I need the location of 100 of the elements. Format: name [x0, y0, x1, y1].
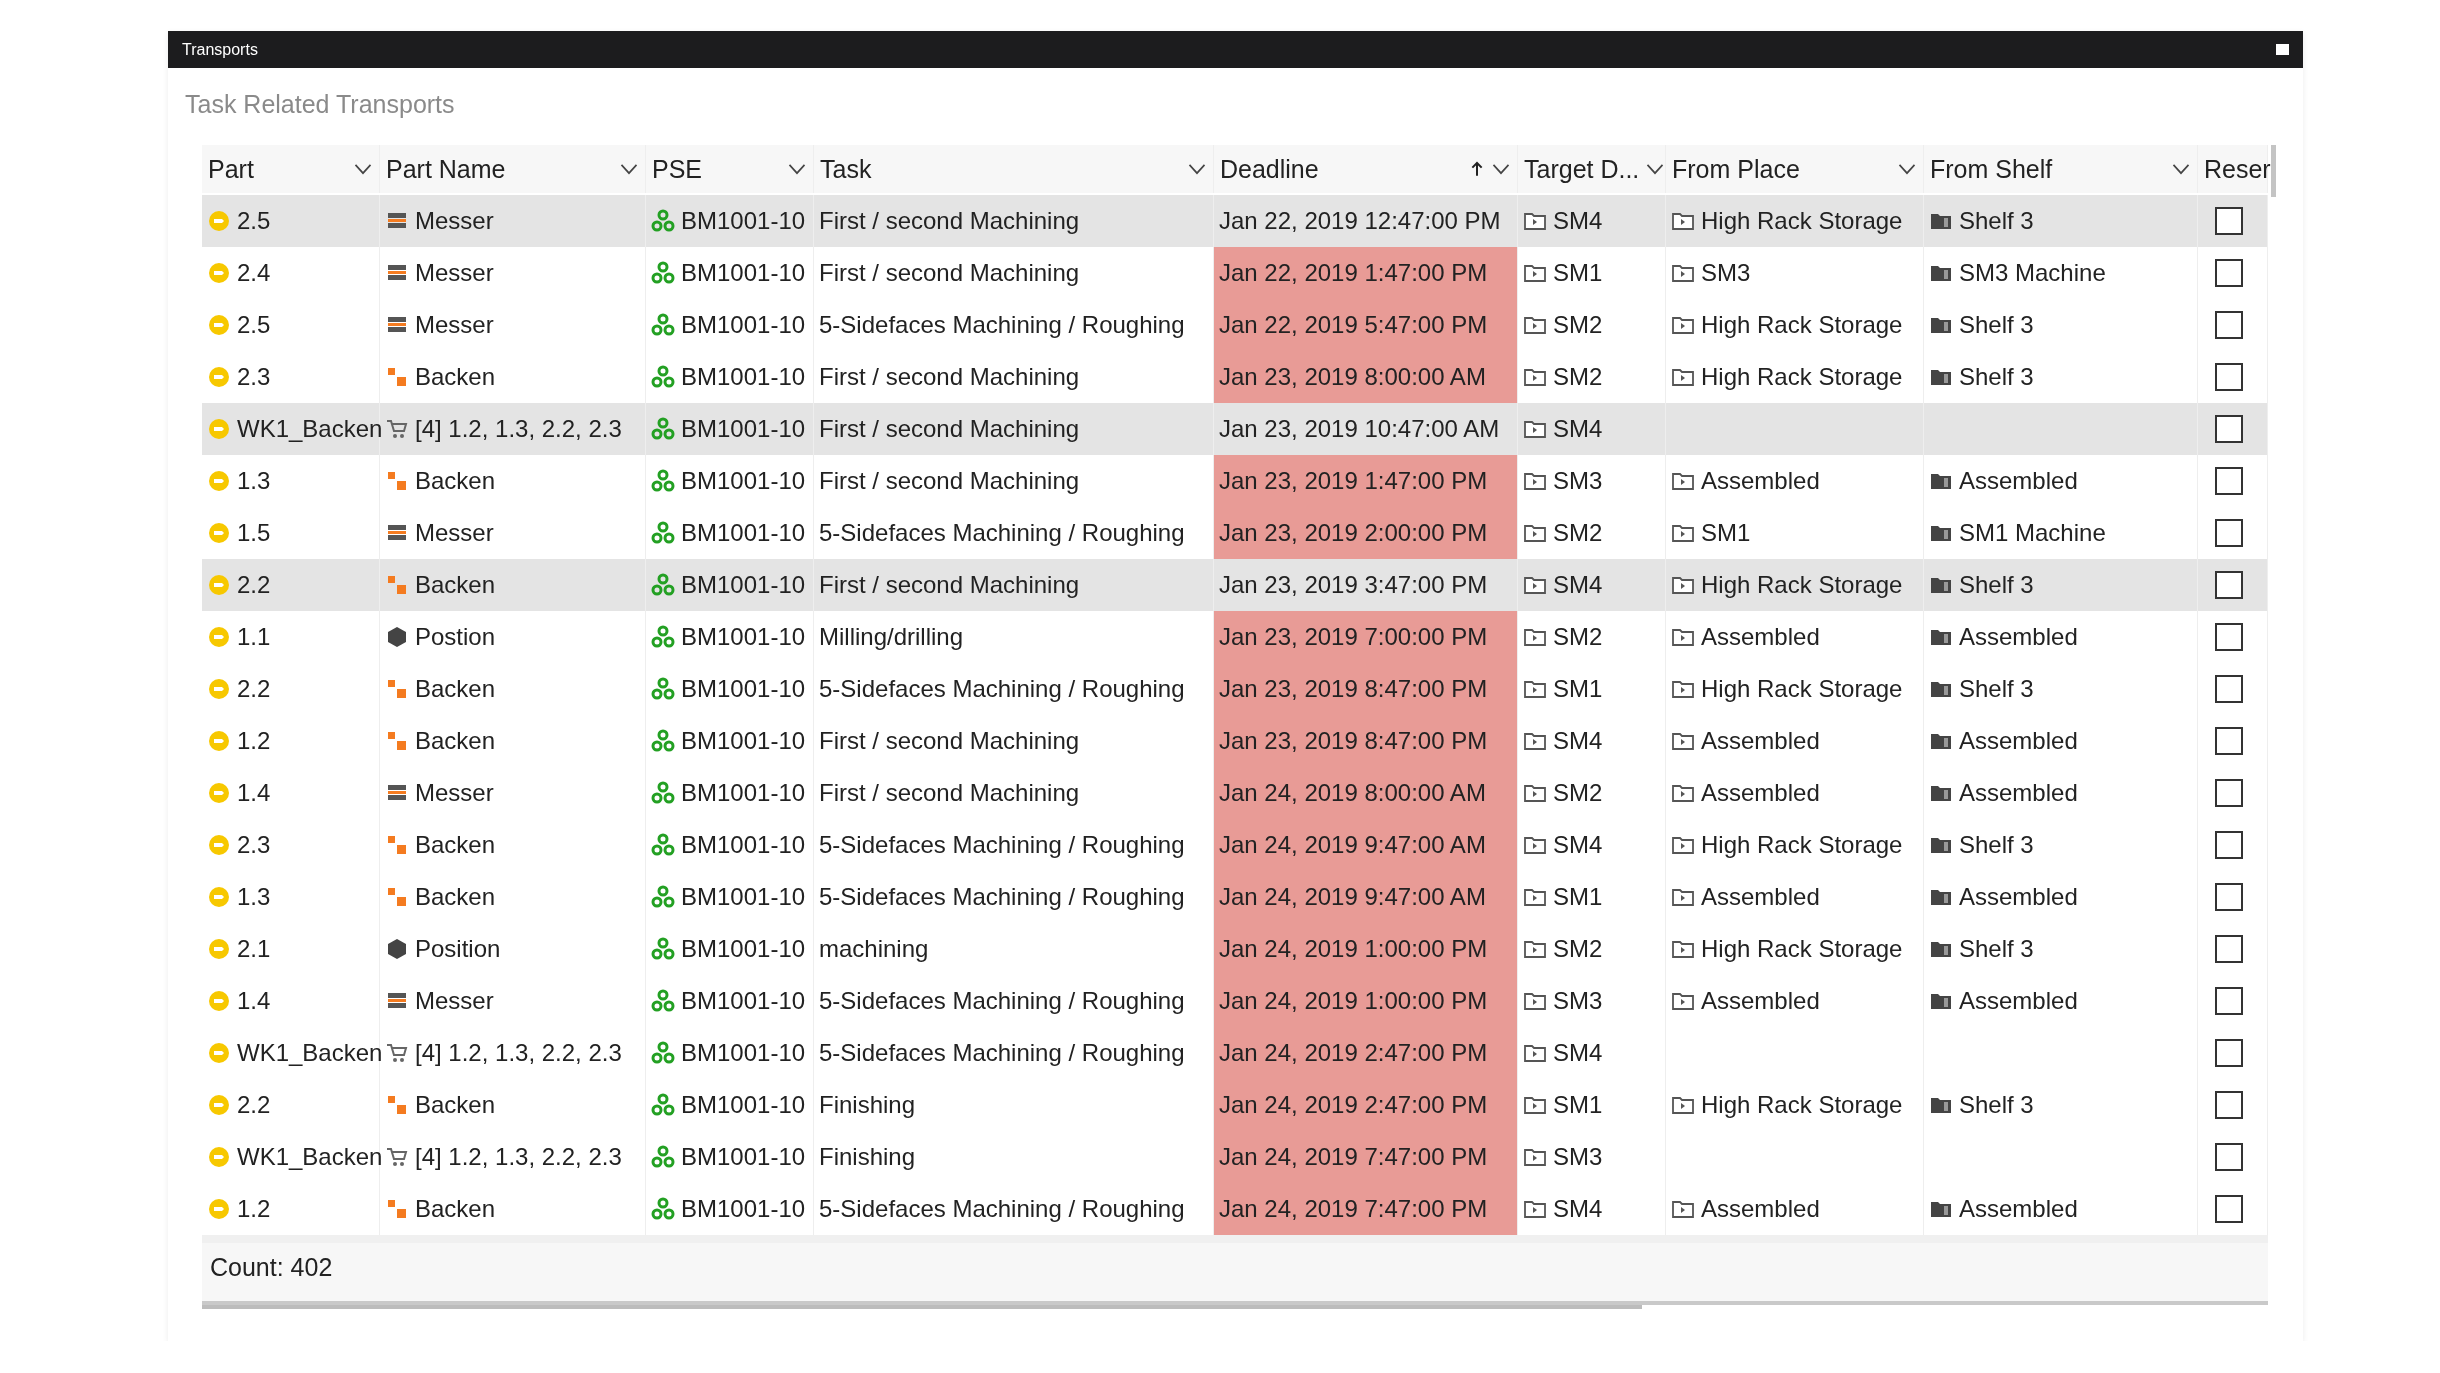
table-row[interactable]: WK1_Backen [4] 1.2, 1.3, 2.2, 2.3 BM1001-10 First / second Machining Jan 23, 2019 10:47:00 AM SM4 — [202, 403, 2268, 455]
checkbox[interactable] — [2215, 259, 2243, 287]
cell-text: 1.4 — [237, 779, 271, 807]
table-row[interactable]: 2.5 Messer BM1001-10 First / second Machining Jan 22, 2019 12:47:00 PM SM4 High Rack Storage Shelf 3 — [202, 195, 2268, 247]
cluster-icon — [651, 781, 675, 805]
coin-icon — [207, 417, 231, 441]
column-header[interactable]: Reser — [2204, 154, 2271, 184]
checkbox[interactable] — [2215, 1195, 2243, 1223]
cell-text: High Rack Storage — [1701, 935, 1903, 963]
cell-text: Backen — [415, 1091, 496, 1119]
checkbox[interactable] — [2215, 519, 2243, 547]
cell-text: 1.2 — [237, 727, 271, 755]
checkbox[interactable] — [2215, 311, 2243, 339]
cell-text: 2.3 — [237, 363, 271, 391]
checkbox[interactable] — [2215, 831, 2243, 859]
cell-text: Shelf 3 — [1959, 675, 2034, 703]
cell-text: SM1 — [1553, 259, 1603, 287]
checkbox[interactable] — [2215, 1143, 2243, 1171]
checkbox[interactable] — [2215, 571, 2243, 599]
panel-title: Task Related Transports — [184, 89, 456, 119]
column-header[interactable]: PSE — [652, 154, 781, 184]
overdue-deadline-cell: Jan 23, 2019 8:00:00 AM — [1214, 351, 1518, 403]
checkbox[interactable] — [2215, 467, 2243, 495]
overdue-deadline-cell: Jan 24, 2019 8:00:00 AM — [1214, 767, 1518, 819]
cell-text: Assembled — [1959, 883, 2078, 911]
overdue-deadline-cell: Jan 24, 2019 1:00:00 PM — [1214, 923, 1518, 975]
cell-text: Assembled — [1959, 727, 2078, 755]
cell-text: First / second Machining — [819, 727, 1080, 755]
cell-text: Milling/drilling — [819, 623, 964, 651]
overdue-deadline-cell: Jan 24, 2019 2:47:00 PM — [1214, 1027, 1518, 1079]
cell-text: BM1001-10 — [681, 571, 806, 599]
cell-text: Assembled — [1701, 779, 1820, 807]
checkbox[interactable] — [2215, 675, 2243, 703]
cell-text: 1.5 — [237, 519, 271, 547]
cell-text: BM1001-10 — [681, 311, 806, 339]
cell-text: Backen — [415, 467, 496, 495]
cell-text: Finishing — [819, 1143, 916, 1171]
cluster-icon — [651, 1197, 675, 1221]
overdue-deadline-cell: Jan 23, 2019 2:00:00 PM — [1214, 507, 1518, 559]
checkbox[interactable] — [2215, 207, 2243, 235]
hexagon-icon — [385, 937, 409, 961]
cell-text: Messer — [415, 311, 494, 339]
checkbox[interactable] — [2215, 987, 2243, 1015]
column-header[interactable]: Target D... — [1524, 154, 1640, 184]
checkbox[interactable] — [2215, 727, 2243, 755]
checkbox[interactable] — [2215, 883, 2243, 911]
cell-text: WK1_Backen — [237, 1039, 383, 1067]
cell-text: 5-Sidefaces Machining / Roughing — [819, 883, 1185, 911]
checkbox[interactable] — [2215, 779, 2243, 807]
checkbox[interactable] — [2215, 363, 2243, 391]
checkbox[interactable] — [2215, 1091, 2243, 1119]
cell-text: Backen — [415, 1195, 496, 1223]
cell-text: 1.3 — [237, 883, 271, 911]
cell-text: BM1001-10 — [681, 935, 806, 963]
column-header[interactable]: From Shelf — [1930, 154, 2165, 184]
cell-text: BM1001-10 — [681, 259, 806, 287]
column-header[interactable]: Task — [820, 154, 1181, 184]
checkbox[interactable] — [2215, 623, 2243, 651]
cell-text: 5-Sidefaces Machining / Roughing — [819, 1195, 1185, 1223]
checkbox[interactable] — [2215, 415, 2243, 443]
cell-text: BM1001-10 — [681, 883, 806, 911]
column-header[interactable]: Deadline — [1220, 154, 1463, 184]
cell-text: High Rack Storage — [1701, 571, 1903, 599]
column-header[interactable]: From Place — [1672, 154, 1891, 184]
coin-icon — [207, 469, 231, 493]
cell-text: Backen — [415, 883, 496, 911]
table-row[interactable]: 2.2 Backen BM1001-10 First / second Machining Jan 23, 2019 3:47:00 PM SM4 High Rack Storage Shelf 3 — [202, 559, 2268, 611]
cell-text: Backen — [415, 831, 496, 859]
cell-text: BM1001-10 — [681, 1039, 806, 1067]
cell-text: 1.1 — [237, 623, 271, 651]
cell-text: SM2 — [1553, 363, 1603, 391]
horizontal-scrollbar[interactable] — [202, 1305, 1642, 1309]
cell-text: BM1001-10 — [681, 1195, 806, 1223]
cell-text: SM4 — [1553, 1039, 1603, 1067]
squares-icon — [385, 1197, 409, 1221]
cell-text: High Rack Storage — [1701, 363, 1903, 391]
cell-text: BM1001-10 — [681, 623, 806, 651]
cell-text: High Rack Storage — [1701, 311, 1903, 339]
cell-text: 5-Sidefaces Machining / Roughing — [819, 831, 1185, 859]
cluster-icon — [651, 261, 675, 285]
cell-text: BM1001-10 — [681, 363, 806, 391]
cell-text: SM3 — [1553, 467, 1603, 495]
row-count: Count: 402 — [209, 1252, 334, 1283]
cell-text: High Rack Storage — [1701, 207, 1903, 235]
coin-icon — [207, 677, 231, 701]
cell-text: BM1001-10 — [681, 987, 806, 1015]
cell-text: Postion — [415, 623, 496, 651]
overdue-deadline-cell: Jan 22, 2019 1:47:00 PM — [1214, 247, 1518, 299]
column-header[interactable]: Part — [208, 154, 347, 184]
cell-text: First / second Machining — [819, 259, 1080, 287]
cell-text: SM1 — [1553, 883, 1603, 911]
coin-icon — [207, 573, 231, 597]
sort-up-arrow-icon — [1469, 159, 1485, 179]
coin-icon — [207, 937, 231, 961]
cell-text: SM3 — [1553, 987, 1603, 1015]
column-header[interactable]: Part Name — [386, 154, 613, 184]
checkbox[interactable] — [2215, 935, 2243, 963]
vertical-scrollbar[interactable] — [2271, 145, 2276, 197]
checkbox[interactable] — [2215, 1039, 2243, 1067]
cluster-icon — [651, 1041, 675, 1065]
